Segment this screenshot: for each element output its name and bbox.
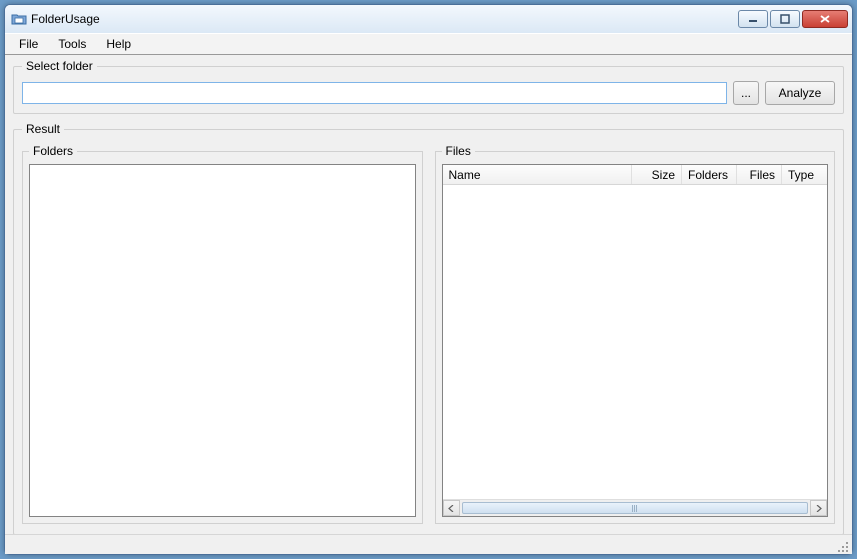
col-size[interactable]: Size [632, 165, 682, 184]
folders-listbox[interactable] [29, 164, 416, 517]
scroll-track[interactable] [460, 500, 811, 516]
folders-legend: Folders [29, 144, 77, 158]
app-window: FolderUsage File Tools Help Select folde… [4, 4, 853, 555]
menu-tools[interactable]: Tools [48, 34, 96, 54]
files-group: Files Name Size Folders Files Type [435, 144, 836, 524]
browse-button[interactable]: ... [733, 81, 759, 105]
col-folders[interactable]: Folders [682, 165, 737, 184]
minimize-button[interactable] [738, 10, 768, 28]
select-folder-group: Select folder ... Analyze [13, 59, 844, 114]
client-area: Select folder ... Analyze Result Folders… [5, 55, 852, 554]
window-controls [738, 10, 848, 28]
scroll-gripper-icon [632, 505, 637, 512]
status-bar [5, 534, 852, 554]
result-group: Result Folders Files Name Size Folders F… [13, 122, 844, 535]
chevron-right-icon [815, 505, 822, 512]
scroll-thumb[interactable] [462, 502, 809, 514]
size-grip-icon [836, 540, 850, 554]
col-files[interactable]: Files [737, 165, 782, 184]
analyze-button[interactable]: Analyze [765, 81, 835, 105]
files-h-scrollbar[interactable] [443, 499, 828, 516]
files-body [443, 185, 828, 499]
size-grip[interactable] [836, 540, 850, 554]
close-icon [819, 14, 831, 24]
title-bar[interactable]: FolderUsage [5, 5, 852, 33]
col-name[interactable]: Name [443, 165, 633, 184]
scroll-right-button[interactable] [810, 500, 827, 516]
menu-help[interactable]: Help [96, 34, 141, 54]
files-header: Name Size Folders Files Type [443, 165, 828, 185]
files-legend: Files [442, 144, 475, 158]
col-type[interactable]: Type [782, 165, 827, 184]
minimize-icon [748, 14, 758, 24]
menu-file[interactable]: File [9, 34, 48, 54]
maximize-button[interactable] [770, 10, 800, 28]
app-icon [11, 11, 27, 27]
scroll-left-button[interactable] [443, 500, 460, 516]
menu-bar: File Tools Help [5, 33, 852, 55]
select-folder-legend: Select folder [22, 59, 97, 73]
maximize-icon [780, 14, 790, 24]
files-listview[interactable]: Name Size Folders Files Type [442, 164, 829, 517]
result-legend: Result [22, 122, 64, 136]
close-button[interactable] [802, 10, 848, 28]
folder-path-input[interactable] [22, 82, 727, 104]
chevron-left-icon [448, 505, 455, 512]
window-title: FolderUsage [31, 12, 738, 26]
folders-group: Folders [22, 144, 423, 524]
